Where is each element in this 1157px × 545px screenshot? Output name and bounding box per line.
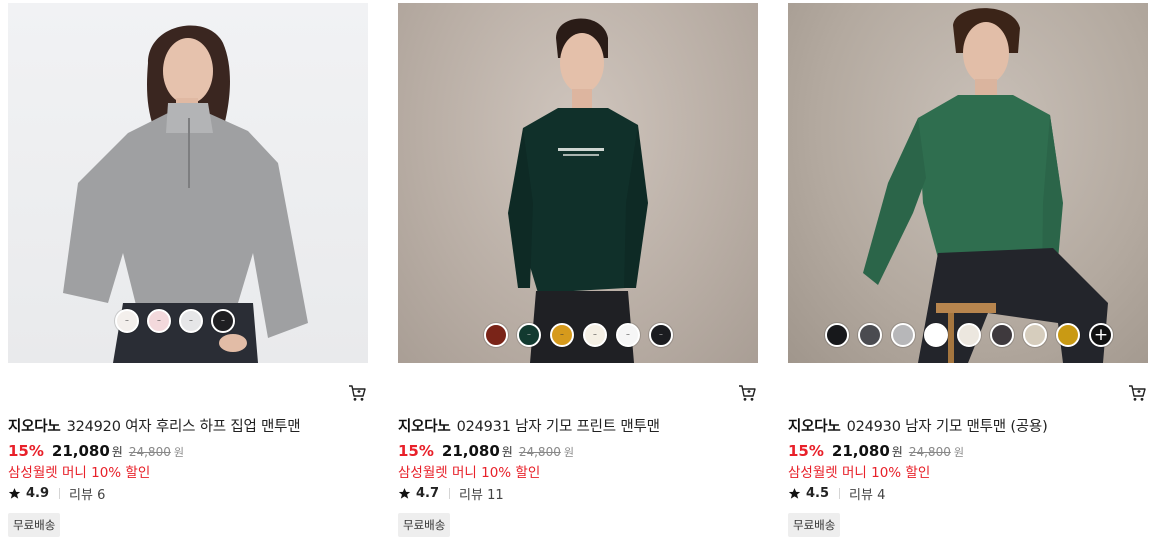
review-count: 리뷰 4 <box>849 488 886 503</box>
color-swatch[interactable] <box>858 323 882 347</box>
product-card[interactable]: ~ ~ ~ ~ 지오다노 324920 여자 후리스 하프 집업 맨투맨 15% … <box>8 3 368 543</box>
star-icon <box>398 488 411 499</box>
free-shipping-badge: 무료배송 <box>8 513 61 537</box>
color-swatch[interactable] <box>1023 323 1047 347</box>
review-count: 리뷰 11 <box>459 488 504 503</box>
product-name: 024931 남자 기모 프린트 맨투맨 <box>456 419 660 435</box>
color-swatch[interactable]: ~ <box>649 323 673 347</box>
star-icon <box>788 488 801 499</box>
rating-score: 4.7 <box>416 486 440 501</box>
rating-row: 4.5 리뷰 4 <box>788 484 885 503</box>
price-unit: 원 <box>111 445 123 459</box>
color-swatch[interactable] <box>957 323 981 347</box>
product-card[interactable]: ~ ~ ~ ~ ~ 지오다노 024931 남자 기모 프린트 맨투맨 15% 2… <box>398 3 758 543</box>
price-row: 15% 21,080 원 24,800 원 <box>788 442 964 460</box>
plus-icon[interactable]: + <box>1089 323 1113 347</box>
price-row: 15% 21,080 원 24,800 원 <box>8 442 184 460</box>
color-swatch[interactable]: ~ <box>115 309 139 333</box>
promo-text: 삼성월렛 머니 10% 할인 <box>398 465 541 481</box>
product-title[interactable]: 지오다노 324920 여자 후리스 하프 집업 맨투맨 <box>8 415 301 436</box>
model-photo <box>863 8 1108 363</box>
color-swatches: ~ ~ ~ ~ <box>115 309 235 333</box>
original-price: 24,800 <box>128 445 171 459</box>
product-name: 024930 남자 기모 맨투맨 (공용) <box>846 419 1048 435</box>
model-photo <box>508 18 648 363</box>
color-swatch[interactable] <box>891 323 915 347</box>
color-swatch[interactable] <box>484 323 508 347</box>
divider <box>839 488 841 499</box>
sale-price: 21,080 <box>831 442 890 460</box>
product-image[interactable]: + <box>788 3 1148 363</box>
product-title[interactable]: 지오다노 024930 남자 기모 맨투맨 (공용) <box>788 415 1048 436</box>
color-swatch[interactable]: ~ <box>211 309 235 333</box>
color-swatch[interactable]: ~ <box>517 323 541 347</box>
product-image[interactable]: ~ ~ ~ ~ ~ <box>398 3 758 363</box>
color-swatch[interactable]: ~ <box>179 309 203 333</box>
brand-name: 지오다노 <box>8 419 61 435</box>
product-image[interactable]: ~ ~ ~ ~ <box>8 3 368 363</box>
color-swatch[interactable]: ~ <box>616 323 640 347</box>
product-title[interactable]: 지오다노 024931 남자 기모 프린트 맨투맨 <box>398 415 660 436</box>
sale-price: 21,080 <box>51 442 110 460</box>
color-swatch[interactable]: ~ <box>583 323 607 347</box>
star-icon <box>8 488 21 499</box>
cart-icon[interactable] <box>738 384 756 402</box>
divider <box>59 488 61 499</box>
cart-icon[interactable] <box>348 384 366 402</box>
cart-icon[interactable] <box>1128 384 1146 402</box>
color-swatch[interactable] <box>924 323 948 347</box>
color-swatch[interactable]: ~ <box>147 309 171 333</box>
discount-rate: 15% <box>788 442 824 460</box>
discount-rate: 15% <box>8 442 44 460</box>
price-unit: 원 <box>501 445 513 459</box>
color-swatch[interactable]: ~ <box>550 323 574 347</box>
product-name: 324920 여자 후리스 하프 집업 맨투맨 <box>66 419 301 435</box>
original-price-unit: 원 <box>953 446 964 459</box>
brand-name: 지오다노 <box>398 419 451 435</box>
color-swatch[interactable] <box>1056 323 1080 347</box>
color-swatch[interactable] <box>990 323 1014 347</box>
rating-row: 4.7 리뷰 11 <box>398 484 504 503</box>
rating-score: 4.9 <box>26 486 50 501</box>
original-price-unit: 원 <box>173 446 184 459</box>
brand-name: 지오다노 <box>788 419 841 435</box>
promo-text: 삼성월렛 머니 10% 할인 <box>788 465 931 481</box>
color-swatch[interactable] <box>825 323 849 347</box>
original-price: 24,800 <box>518 445 561 459</box>
free-shipping-badge: 무료배송 <box>398 513 451 537</box>
original-price-unit: 원 <box>563 446 574 459</box>
color-swatches: ~ ~ ~ ~ ~ <box>484 323 673 347</box>
price-unit: 원 <box>891 445 903 459</box>
rating-row: 4.9 리뷰 6 <box>8 484 105 503</box>
rating-score: 4.5 <box>806 486 830 501</box>
promo-text: 삼성월렛 머니 10% 할인 <box>8 465 151 481</box>
discount-rate: 15% <box>398 442 434 460</box>
price-row: 15% 21,080 원 24,800 원 <box>398 442 574 460</box>
product-card[interactable]: + 지오다노 024930 남자 기모 맨투맨 (공용) 15% 21,080 원… <box>788 3 1148 543</box>
sale-price: 21,080 <box>441 442 500 460</box>
free-shipping-badge: 무료배송 <box>788 513 841 537</box>
color-swatches: + <box>825 323 1113 347</box>
review-count: 리뷰 6 <box>69 488 106 503</box>
divider <box>449 488 451 499</box>
original-price: 24,800 <box>908 445 951 459</box>
